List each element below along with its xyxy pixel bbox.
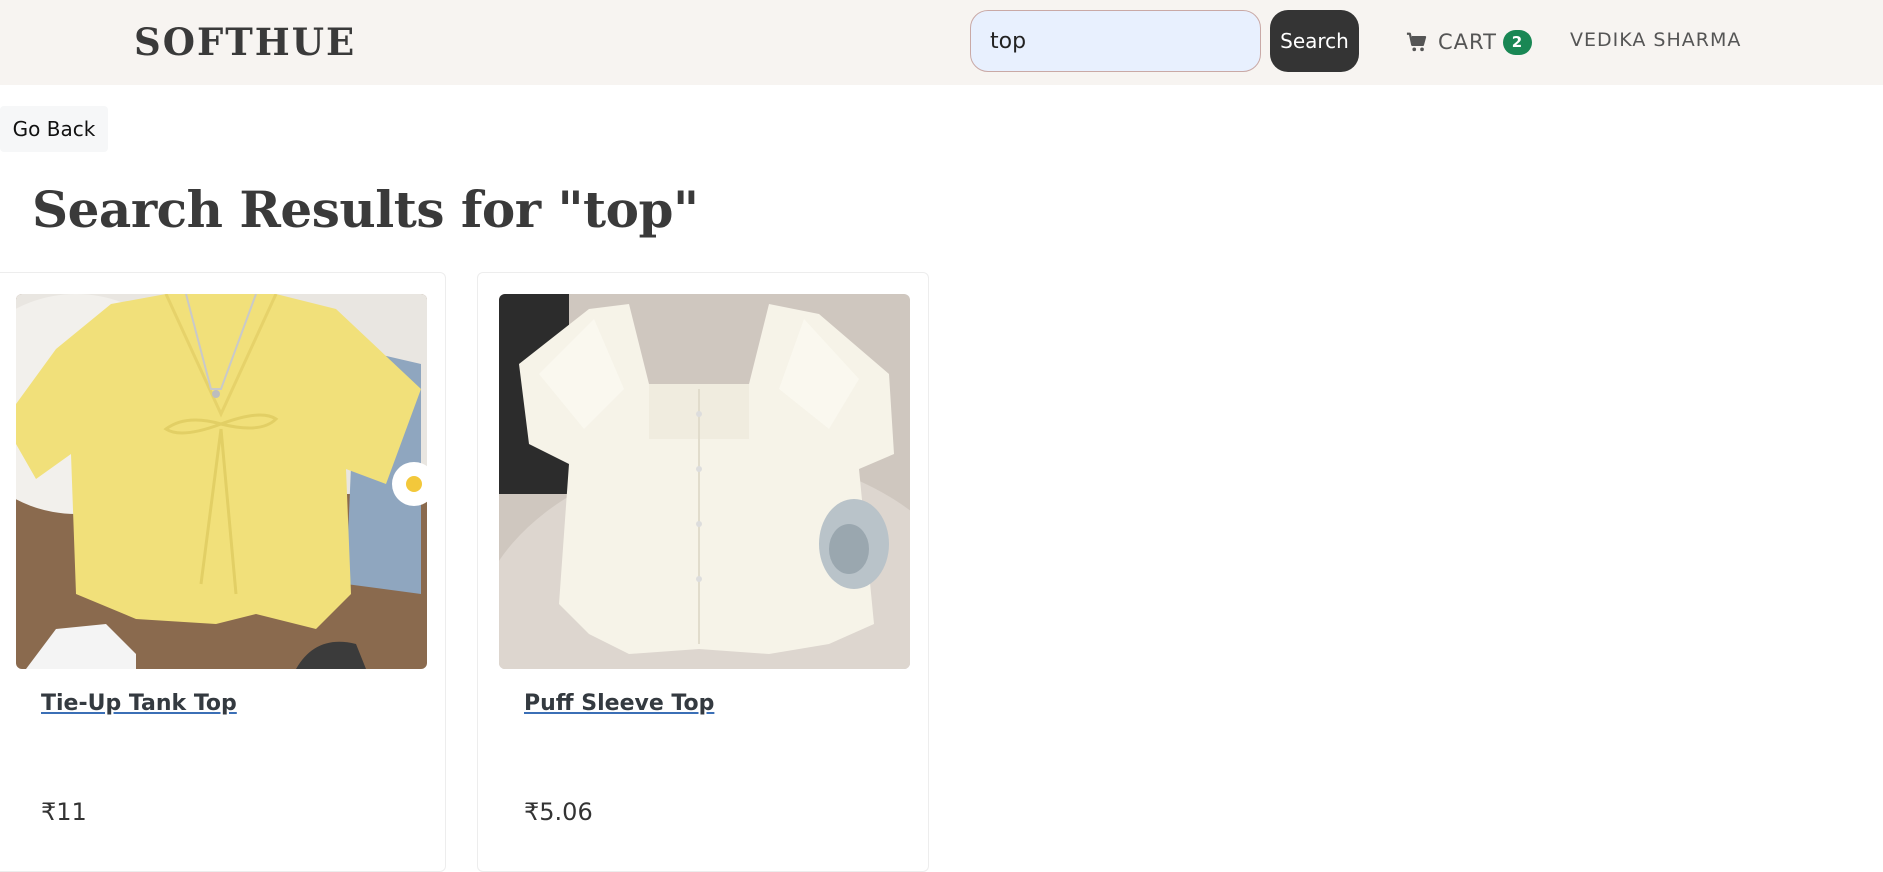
product-image[interactable] <box>499 294 910 669</box>
shopping-cart-icon <box>1406 31 1428 53</box>
cart-count-badge: 2 <box>1502 29 1532 55</box>
go-back-button[interactable]: Go Back <box>0 106 108 152</box>
user-menu[interactable]: VEDIKA SHARMA <box>1570 29 1741 51</box>
product-title-link[interactable]: Puff Sleeve Top <box>524 691 714 716</box>
product-title-link[interactable]: Tie-Up Tank Top <box>41 691 237 716</box>
search-input[interactable] <box>970 10 1261 72</box>
product-price: ₹5.06 <box>524 798 593 826</box>
cart-label: CART <box>1438 30 1497 54</box>
navbar: SOFTHUE Search CART 2 VEDIKA SHARMA <box>0 0 1883 85</box>
product-card: Puff Sleeve Top ₹5.06 <box>477 272 929 872</box>
cart-link[interactable]: CART 2 <box>1406 26 1532 58</box>
page-title: Search Results for "top" <box>32 180 699 239</box>
search-button[interactable]: Search <box>1270 10 1359 72</box>
product-card: Tie-Up Tank Top ₹11 <box>0 272 446 872</box>
product-image[interactable] <box>16 294 427 669</box>
brand-logo[interactable]: SOFTHUE <box>134 20 356 64</box>
product-price: ₹11 <box>41 798 87 826</box>
